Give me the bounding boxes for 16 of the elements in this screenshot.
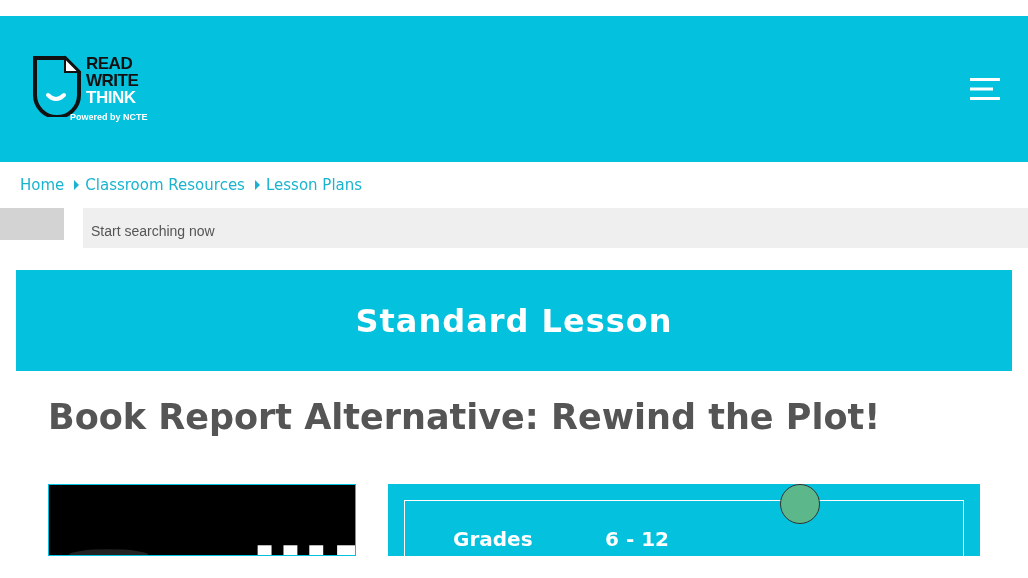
- page-title: Book Report Alternative: Rewind the Plot!: [48, 397, 882, 439]
- logo-tagline: Powered by NCTE: [70, 111, 148, 122]
- breadcrumb-link[interactable]: Home: [20, 176, 65, 194]
- menu-button[interactable]: [970, 77, 1000, 101]
- breadcrumb-link[interactable]: Classroom Resources: [85, 176, 245, 194]
- caret-icon: [74, 180, 80, 190]
- search-field[interactable]: Start searching now: [83, 208, 1028, 248]
- logo-word: WRITE: [86, 71, 140, 89]
- floating-circle-button[interactable]: [780, 484, 820, 524]
- logo-word: THINK: [86, 88, 137, 106]
- detail-value: 6 - 12: [605, 527, 669, 551]
- breadcrumb-link[interactable]: Lesson Plans: [265, 176, 363, 194]
- logo-word: READ: [86, 54, 134, 72]
- detail-label: Grades: [453, 527, 534, 551]
- caret-icon: [254, 180, 260, 190]
- lesson-type: Standard Lesson: [355, 301, 673, 340]
